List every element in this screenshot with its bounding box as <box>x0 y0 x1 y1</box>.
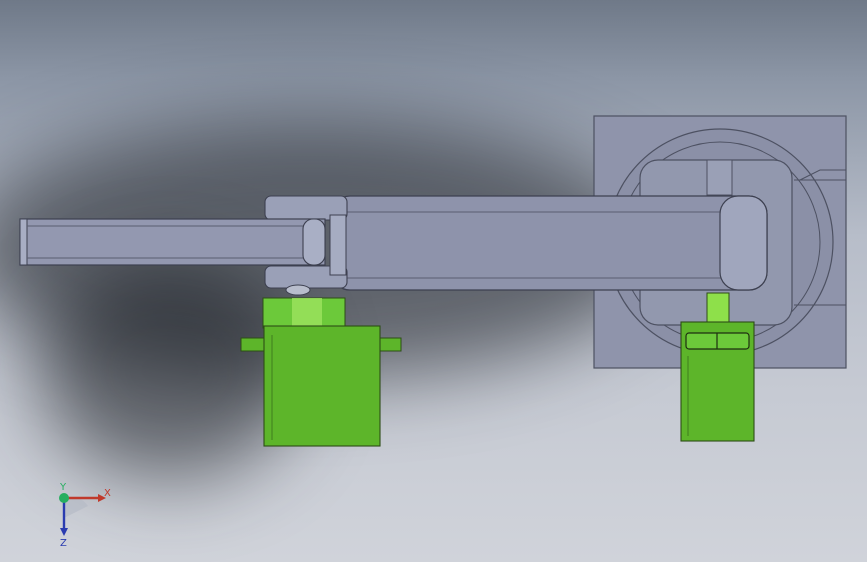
y-axis-label: Y <box>59 482 67 493</box>
elbow-servo[interactable] <box>240 297 402 447</box>
z-axis-label: Z <box>60 538 67 549</box>
y-axis-dot <box>59 493 69 503</box>
cad-viewport[interactable]: X Y Z <box>0 0 867 562</box>
axis-triad: X Y Z <box>59 482 111 549</box>
x-axis-label: X <box>104 488 111 499</box>
upper-arm-link[interactable] <box>331 195 768 291</box>
forearm-link[interactable] <box>19 218 326 266</box>
robot-arm-model[interactable] <box>0 0 867 562</box>
